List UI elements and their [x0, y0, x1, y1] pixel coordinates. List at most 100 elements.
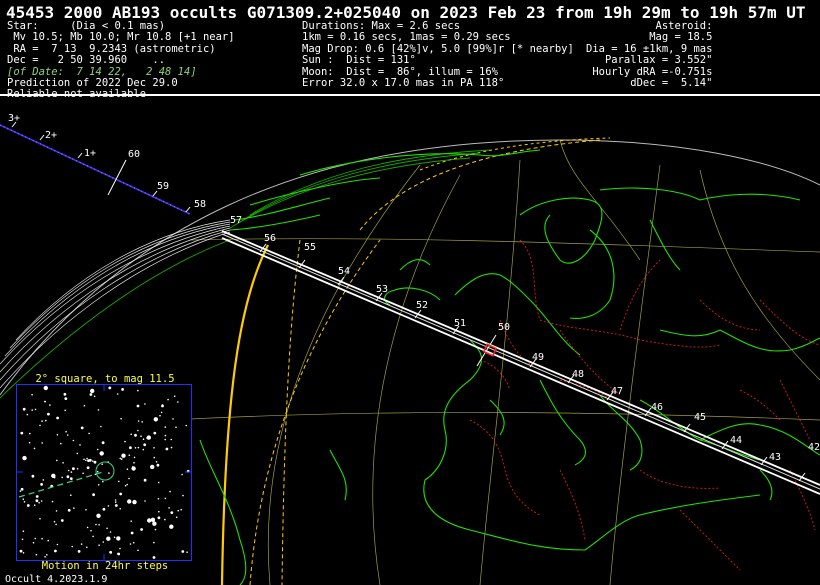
path-time-labels: 57 56 55 54 53 52 51 50 49 48 47 46 45 44 43 42 [230, 215, 820, 463]
star-dot [80, 426, 84, 430]
star-dot [182, 494, 184, 497]
path-time-label: 53 [376, 284, 388, 295]
star-dot [146, 435, 151, 440]
asteroid-parallax: Parallax = 3.552" [604, 54, 713, 67]
star-dot [31, 393, 33, 396]
star-dot [164, 434, 167, 437]
star-dot [22, 530, 25, 532]
star-dot [28, 441, 31, 444]
star-dot [161, 404, 164, 406]
star-dot [85, 509, 87, 511]
star-dot [62, 462, 64, 464]
star-dot [49, 404, 51, 406]
star-dot [101, 463, 103, 465]
star-dot [137, 420, 140, 422]
star-dot [92, 535, 94, 538]
star-dot [169, 490, 171, 493]
star-dot [39, 424, 41, 427]
star-dot [157, 516, 161, 520]
star-dot [160, 411, 163, 414]
star-dot [83, 404, 86, 407]
star-dot [90, 388, 95, 394]
path-time-label: 55 [304, 242, 316, 253]
star-dot [185, 424, 187, 427]
star-dot [114, 499, 117, 501]
star-dot [126, 483, 128, 486]
star-dot [41, 420, 43, 422]
star-dot [56, 416, 59, 420]
star-dot [164, 497, 167, 500]
star-dot [157, 481, 160, 484]
star-dot [22, 498, 25, 500]
coastlines [199, 149, 820, 585]
star-dot [45, 419, 47, 422]
path-time-label: 48 [572, 369, 584, 380]
star-dot [86, 526, 89, 529]
sun-limit-dashed-1 [281, 239, 301, 585]
sky-track-label: 3+ [8, 113, 20, 124]
star-dot [147, 518, 152, 523]
star-dot [143, 478, 147, 482]
star-dot [140, 528, 143, 531]
star-dot [155, 461, 158, 463]
star-dot [144, 500, 146, 502]
star-dot [120, 458, 123, 460]
star-dot [186, 551, 188, 553]
star-dot [19, 490, 22, 492]
star-dot [73, 507, 75, 509]
version-label: Occult 4.2023.1.9 [5, 574, 108, 585]
star-dot [44, 556, 46, 558]
star-dot [85, 459, 87, 462]
star-dot [67, 508, 71, 512]
star-chart[interactable] [16, 384, 192, 561]
star-dot [23, 501, 26, 503]
star-dot [129, 446, 132, 450]
star-dot [164, 518, 166, 521]
star-dot [33, 447, 36, 450]
star-dot [60, 442, 62, 445]
star-dot [97, 484, 100, 486]
star-dot [177, 401, 179, 403]
star-dot [132, 541, 135, 544]
star-dot [89, 393, 93, 396]
star-dot [80, 543, 83, 545]
star-dot [61, 476, 63, 479]
star-dot [72, 467, 75, 471]
star-dot [22, 407, 26, 411]
star-dot [76, 452, 79, 455]
star-dot [128, 454, 131, 456]
sky-track-ticks [11, 121, 191, 213]
star-dot [153, 431, 157, 435]
star-dot [131, 466, 134, 468]
path-time-label: 43 [769, 452, 781, 463]
star-dot [150, 464, 155, 470]
star-dot [55, 523, 57, 526]
path-time-label: 46 [651, 402, 663, 413]
star-dot [63, 392, 67, 396]
star-dot [142, 438, 145, 440]
asteroid-mag: Mag = 18.5 [649, 31, 713, 44]
star-dot [41, 537, 43, 540]
mag-drop: Mag Drop: 0.6 [42%]v, 5.0 [99%]r [* near… [302, 42, 574, 55]
star-dot [153, 456, 156, 459]
star-dot [93, 395, 96, 398]
star-dot [150, 517, 156, 522]
star-dot [96, 470, 99, 473]
sun-limit-dashed-4 [249, 239, 381, 585]
star-dot [87, 459, 90, 462]
asteroid-diameter: Dia = 16 ±1km, 9 mas [586, 42, 713, 55]
star-dot [83, 458, 85, 461]
star-dot [124, 440, 126, 443]
star-dot [127, 499, 132, 504]
star-dot [97, 409, 100, 411]
star-dot [137, 389, 139, 392]
star-magnitudes: Mv 10.5; Mb 10.0; Mr 10.8 [+1 near] [7, 31, 235, 44]
event-info-panel: Durations: Max = 2.6 secs 1km = 0.16 sec… [302, 20, 574, 89]
star-dot [113, 536, 116, 539]
star-dot [42, 479, 45, 481]
star-dot [152, 556, 156, 559]
star-dot [86, 457, 88, 460]
path-time-label: 57 [230, 215, 242, 226]
sky-track-label: 1+ [84, 148, 96, 159]
star-dot [170, 438, 172, 441]
